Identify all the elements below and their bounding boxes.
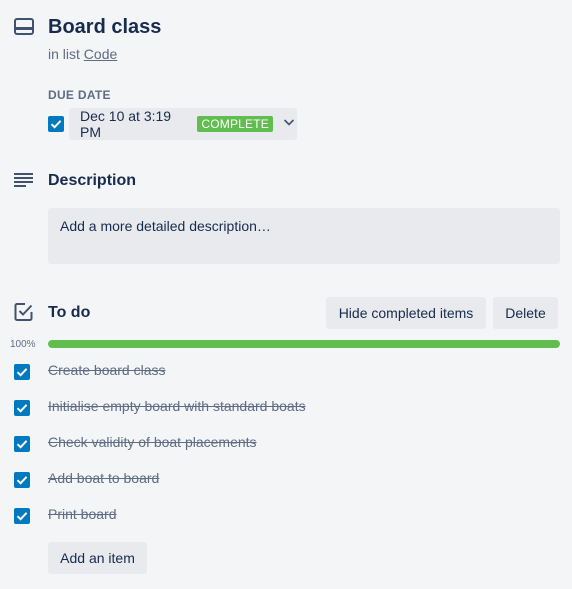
description-input[interactable]: Add a more detailed description…: [48, 208, 560, 264]
checkmark-icon: [50, 120, 62, 129]
checklist-item: Initialise empty board with standard boa…: [0, 390, 572, 426]
checklist-item: Print board: [0, 498, 572, 534]
item-text[interactable]: Check validity of boat placements: [48, 434, 257, 450]
complete-badge: COMPLETE: [197, 116, 273, 132]
item-text[interactable]: Create board class: [48, 362, 166, 378]
checklist-item: Add boat to board: [0, 462, 572, 498]
chevron-down-icon: [281, 114, 297, 135]
progress-fill: [48, 340, 560, 348]
card-icon: [14, 18, 34, 36]
card-detail: Board class in list Code DUE DATE Dec 10…: [0, 0, 572, 589]
item-checkbox[interactable]: [14, 364, 30, 380]
item-checkbox[interactable]: [14, 472, 30, 488]
list-name-link[interactable]: Code: [84, 46, 117, 62]
checkmark-icon: [16, 512, 28, 521]
checkmark-icon: [16, 368, 28, 377]
item-checkbox[interactable]: [14, 400, 30, 416]
item-text[interactable]: Print board: [48, 506, 116, 522]
due-date-text: Dec 10 at 3:19 PM: [80, 108, 172, 140]
checklist-item: Check validity of boat placements: [0, 426, 572, 462]
description-icon: [14, 172, 34, 188]
add-item-button[interactable]: Add an item: [48, 542, 147, 574]
description-title: Description: [48, 172, 137, 189]
card-title[interactable]: Board class: [48, 16, 161, 39]
checkmark-icon: [16, 476, 28, 485]
in-list-line: in list Code: [48, 46, 117, 62]
checklist-icon: [14, 302, 34, 322]
checkmark-icon: [16, 404, 28, 413]
delete-checklist-button[interactable]: Delete: [493, 297, 558, 329]
in-list-prefix: in list: [48, 46, 80, 62]
item-checkbox[interactable]: [14, 436, 30, 452]
due-date-label: DUE DATE: [48, 88, 111, 102]
progress-bar: [48, 340, 560, 348]
hide-completed-button[interactable]: Hide completed items: [326, 297, 486, 329]
due-date-button[interactable]: Dec 10 at 3:19 PM COMPLETE: [69, 108, 297, 140]
progress-percent: 100%: [10, 339, 36, 350]
checklist-title[interactable]: To do: [48, 304, 90, 322]
item-text[interactable]: Initialise empty board with standard boa…: [48, 398, 306, 414]
due-date-checkbox[interactable]: [48, 116, 64, 132]
checklist-item: Create board class: [0, 354, 572, 390]
item-checkbox[interactable]: [14, 508, 30, 524]
item-text[interactable]: Add boat to board: [48, 470, 159, 486]
checkmark-icon: [16, 440, 28, 449]
